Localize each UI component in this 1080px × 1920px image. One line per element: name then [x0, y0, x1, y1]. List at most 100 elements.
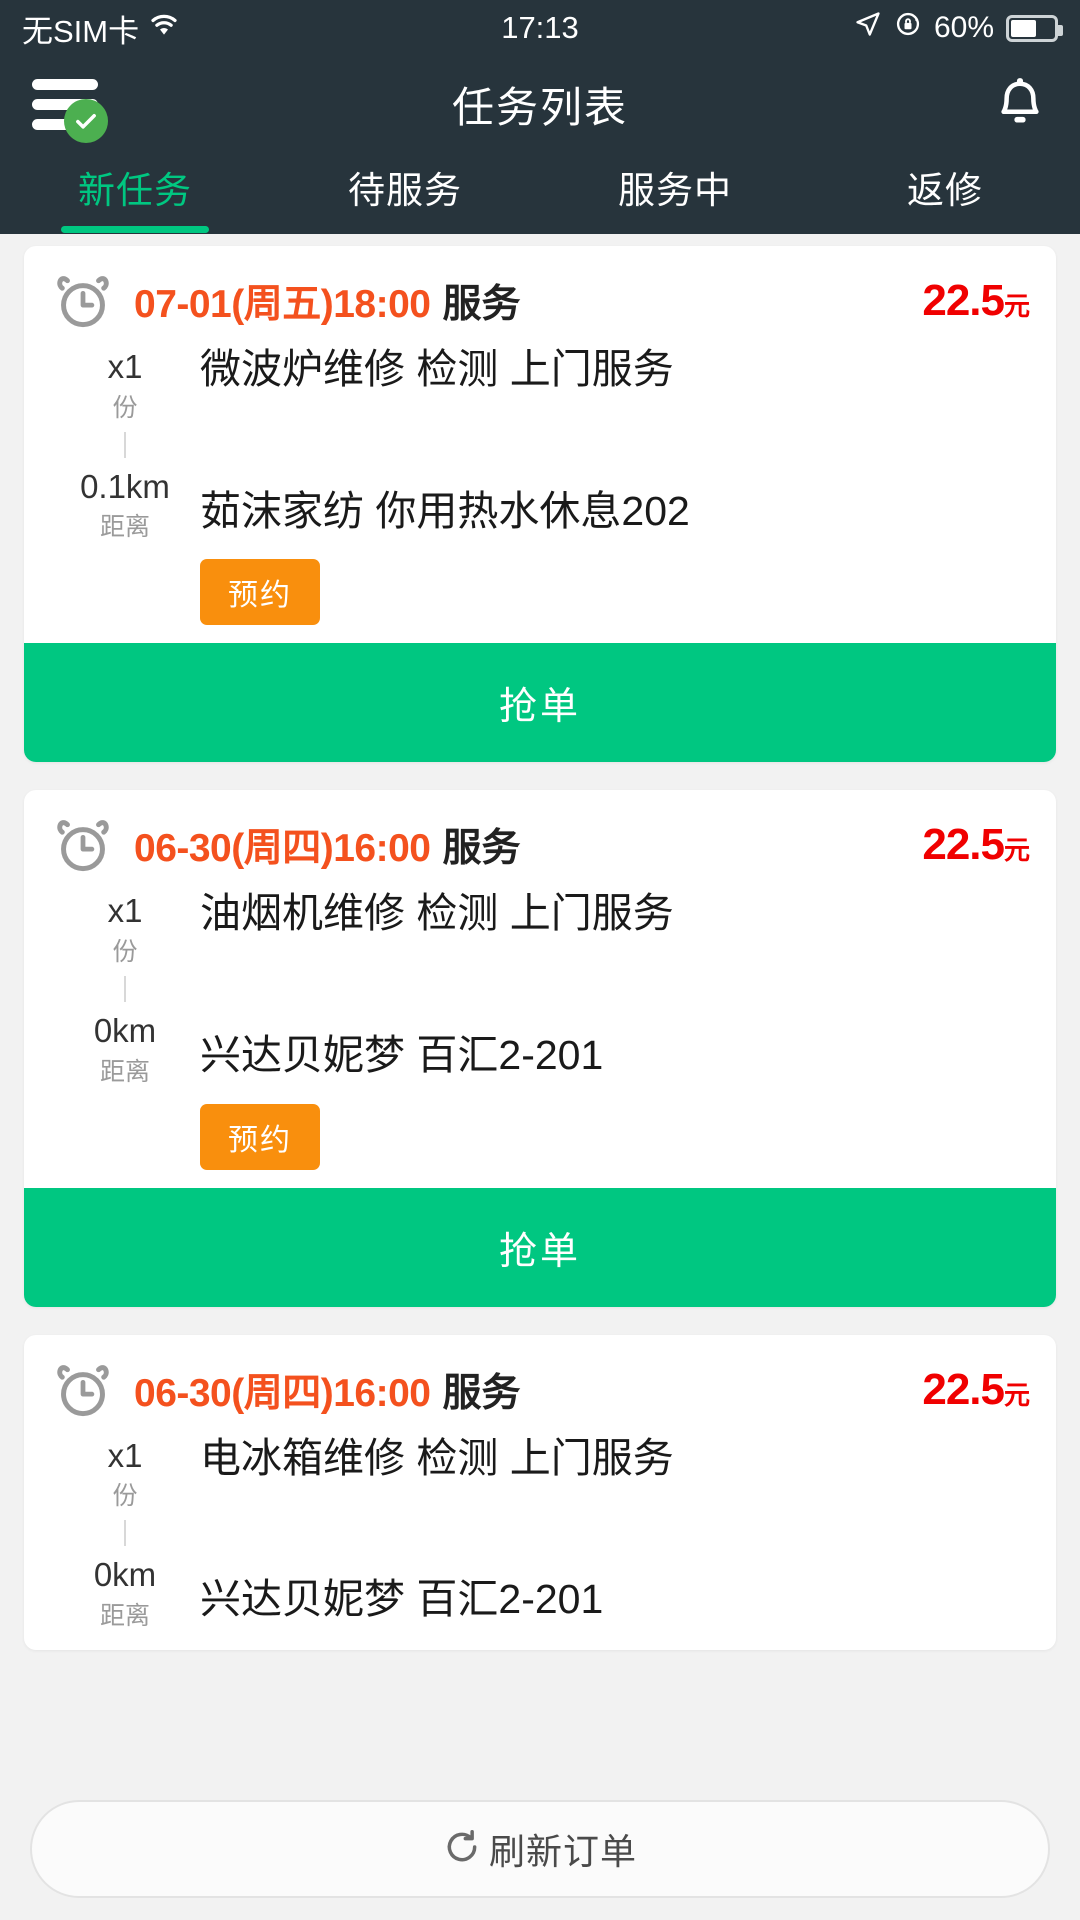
- order-time: 06-30(周四)16:00 服务: [134, 1362, 521, 1418]
- distance-value: 0km: [93, 1011, 157, 1049]
- price-value: 22.5: [922, 1364, 1005, 1414]
- order-card-body: 06-30(周四)16:00 服务 22.5元 x1 份 油烟机维修 检测 上门服…: [24, 790, 1056, 1187]
- price-unit: 元: [1003, 291, 1030, 321]
- order-badge-row: 预约: [50, 559, 1030, 626]
- order-address: 茹沫家纺 你用热水休息202: [200, 487, 690, 534]
- tab-label: 待服务: [348, 170, 462, 211]
- distance-value: 0km: [93, 1556, 157, 1594]
- order-datetime: 06-30(周四)16:00: [134, 827, 431, 871]
- order-service-row: x1 份 微波炉维修 检测 上门服务: [50, 344, 1030, 462]
- quantity-unit: 份: [112, 1482, 138, 1511]
- order-card-body: 07-01(周五)18:00 服务 22.5元 x1 份 微波炉维修 检测 上门服…: [24, 246, 1056, 643]
- distance-label: 距离: [99, 513, 150, 542]
- grab-order-button[interactable]: 抢单: [24, 643, 1056, 763]
- rotation-lock-icon: [894, 10, 922, 46]
- tab-label: 新任务: [78, 170, 192, 211]
- order-address: 兴达贝妮梦 百汇2-201: [200, 1031, 604, 1078]
- price-unit: 元: [1003, 1379, 1030, 1410]
- order-time-row: 06-30(周四)16:00 服务 22.5元: [50, 816, 1030, 874]
- order-address-row: 0.1km 距离 茹沫家纺 你用热水休息202: [50, 464, 1030, 544]
- order-price: 22.5元: [922, 276, 1030, 326]
- tab-new-tasks[interactable]: 新任务: [0, 152, 270, 234]
- battery-percent-label: 60%: [933, 11, 994, 44]
- quantity-unit: 份: [112, 937, 138, 966]
- order-quantity: x1 份: [50, 888, 200, 1006]
- order-time: 07-01(周五)18:00 服务: [134, 273, 521, 329]
- tab-rework[interactable]: 返修: [810, 152, 1080, 234]
- order-time-row: 06-30(周四)16:00 服务 22.5元: [50, 1361, 1030, 1419]
- refresh-circle-icon: [443, 1828, 481, 1871]
- page-title: 任务列表: [451, 83, 628, 131]
- status-bar-right: 60%: [854, 10, 1063, 46]
- order-card-body: 06-30(周四)16:00 服务 22.5元 x1 份 电冰箱维修 检测 上门服…: [24, 1335, 1056, 1650]
- nav-bar: 任务列表: [0, 56, 1080, 152]
- meta-divider: [124, 431, 126, 458]
- menu-bar-1: [32, 79, 98, 90]
- order-quantity: x1 份: [50, 344, 200, 462]
- status-badge: 预约: [200, 1103, 320, 1170]
- battery-icon: [1006, 14, 1063, 42]
- wifi-icon: [149, 11, 179, 45]
- alarm-clock-icon: [50, 1361, 116, 1419]
- order-price: 22.5元: [922, 1365, 1030, 1415]
- price-unit: 元: [1003, 835, 1030, 866]
- order-distance: 0.1km 距离: [50, 464, 200, 544]
- alarm-clock-icon: [50, 272, 116, 330]
- hamburger-menu-icon[interactable]: [28, 73, 114, 143]
- order-service-name: 油烟机维修 检测 上门服务: [200, 890, 674, 937]
- check-badge-icon: [64, 99, 108, 143]
- order-address-row: 0km 距离 兴达贝妮梦 百汇2-201: [50, 1008, 1030, 1088]
- tab-active-indicator: [61, 226, 209, 233]
- refresh-orders-button[interactable]: 刷新订单: [30, 1800, 1050, 1898]
- quantity-value: x1: [107, 1436, 143, 1474]
- tab-label: 服务中: [618, 170, 732, 211]
- price-value: 22.5: [922, 820, 1005, 870]
- price-value: 22.5: [922, 276, 1005, 325]
- order-time-suffix: 服务: [442, 827, 521, 871]
- order-badge-row: 预约: [50, 1103, 1030, 1170]
- tab-bar: 新任务 待服务 服务中 返修: [0, 152, 1080, 234]
- tab-label: 返修: [907, 170, 983, 211]
- order-address: 兴达贝妮梦 百汇2-201: [200, 1576, 604, 1623]
- order-service-row: x1 份 油烟机维修 检测 上门服务: [50, 888, 1030, 1006]
- order-datetime: 06-30(周四)16:00: [134, 1371, 431, 1415]
- order-time: 06-30(周四)16:00 服务: [134, 817, 521, 873]
- bottom-bar: 刷新订单: [0, 1788, 1080, 1920]
- order-service-name: 微波炉维修 检测 上门服务: [200, 346, 674, 392]
- order-time-row: 07-01(周五)18:00 服务 22.5元: [50, 272, 1030, 330]
- status-bar-left: 无SIM卡: [22, 6, 179, 51]
- location-arrow-icon: [854, 10, 882, 46]
- meta-divider: [124, 1520, 126, 1547]
- order-card[interactable]: 06-30(周四)16:00 服务 22.5元 x1 份 电冰箱维修 检测 上门服…: [24, 1334, 1056, 1650]
- order-price: 22.5元: [922, 820, 1030, 870]
- carrier-label: 无SIM卡: [22, 13, 140, 49]
- distance-label: 距离: [99, 1601, 150, 1630]
- quantity-value: x1: [107, 348, 143, 385]
- order-card[interactable]: 07-01(周五)18:00 服务 22.5元 x1 份 微波炉维修 检测 上门服…: [24, 246, 1056, 763]
- order-distance: 0km 距离: [50, 1008, 200, 1088]
- app-screen: 无SIM卡 17:13 60% 任务列表 新任务 待服务 服务中 返修 07-0…: [0, 0, 1080, 1920]
- quantity-unit: 份: [112, 393, 138, 422]
- distance-value: 0.1km: [80, 467, 170, 505]
- order-datetime: 07-01(周五)18:00: [134, 283, 431, 326]
- grab-order-button[interactable]: 抢单: [24, 1187, 1056, 1307]
- quantity-value: x1: [107, 892, 143, 930]
- status-bar: 无SIM卡 17:13 60%: [0, 0, 1080, 56]
- order-list[interactable]: 07-01(周五)18:00 服务 22.5元 x1 份 微波炉维修 检测 上门服…: [0, 234, 1080, 1920]
- order-quantity: x1 份: [50, 1433, 200, 1551]
- order-time-suffix: 服务: [442, 1371, 521, 1415]
- order-time-suffix: 服务: [442, 283, 521, 326]
- order-card[interactable]: 06-30(周四)16:00 服务 22.5元 x1 份 油烟机维修 检测 上门服…: [24, 790, 1056, 1307]
- tab-in-service[interactable]: 服务中: [540, 152, 810, 234]
- refresh-orders-label: 刷新订单: [488, 1831, 637, 1872]
- order-service-row: x1 份 电冰箱维修 检测 上门服务: [50, 1433, 1030, 1551]
- tab-pending-service[interactable]: 待服务: [270, 152, 540, 234]
- meta-divider: [124, 975, 126, 1002]
- notification-bell-icon[interactable]: [988, 72, 1052, 136]
- order-service-name: 电冰箱维修 检测 上门服务: [200, 1434, 674, 1481]
- distance-label: 距离: [99, 1057, 150, 1086]
- order-distance: 0km 距离: [50, 1552, 200, 1632]
- order-address-row: 0km 距离 兴达贝妮梦 百汇2-201: [50, 1552, 1030, 1632]
- alarm-clock-icon: [50, 816, 116, 874]
- status-badge: 预约: [200, 559, 320, 626]
